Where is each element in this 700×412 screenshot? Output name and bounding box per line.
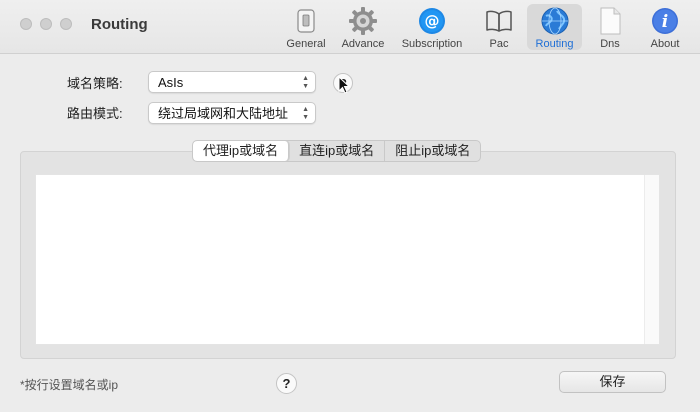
rules-editor[interactable]	[35, 174, 660, 345]
save-button[interactable]: 保存	[559, 371, 666, 393]
svg-text:@: @	[425, 12, 440, 30]
switch-icon	[291, 6, 321, 36]
book-icon	[484, 6, 514, 36]
info-icon: i	[650, 6, 680, 36]
toolbar-item-pac[interactable]: Pac	[479, 4, 519, 50]
toolbar-label-pac: Pac	[489, 38, 509, 50]
domain-strategy-value: AsIs	[158, 75, 184, 90]
minimize-window-button[interactable]	[40, 18, 52, 30]
close-window-button[interactable]	[20, 18, 32, 30]
svg-text:i: i	[662, 12, 668, 32]
window-toolbar: Routing General Advance @ Subscription P…	[0, 0, 700, 54]
tab-direct-rules[interactable]: 直连ip或域名	[289, 141, 386, 161]
toolbar-item-about[interactable]: i About	[643, 4, 687, 50]
tab-block-rules[interactable]: 阻止ip或域名	[385, 141, 480, 161]
toolbar-label-about: About	[650, 38, 680, 50]
toolbar-label-dns: Dns	[600, 38, 620, 50]
rules-editor-scrollbar[interactable]	[644, 175, 659, 344]
routing-window: Routing General Advance @ Subscription P…	[0, 0, 700, 412]
toolbar-item-general[interactable]: General	[281, 4, 331, 50]
help-button[interactable]: ?	[276, 373, 297, 394]
zoom-window-button[interactable]	[60, 18, 72, 30]
routing-mode-value: 绕过局域网和大陆地址	[158, 106, 289, 121]
toolbar-item-dns[interactable]: Dns	[591, 4, 629, 50]
toolbar-item-subscription[interactable]: @ Subscription	[395, 4, 469, 50]
toolbar-item-routing[interactable]: Routing	[527, 4, 582, 50]
toolbar-label-routing: Routing	[535, 38, 574, 50]
at-icon: @	[417, 6, 447, 36]
toolbar-label-subscription: Subscription	[401, 38, 463, 50]
tab-proxy-rules[interactable]: 代理ip或域名	[193, 141, 290, 161]
domain-strategy-label: 域名策略:	[67, 76, 123, 91]
help-glyph: ?	[282, 376, 291, 391]
document-icon	[595, 6, 625, 36]
domain-strategy-select[interactable]: AsIs ▲ ▼	[148, 71, 316, 93]
gear-icon	[348, 6, 378, 36]
toolbar-item-advance[interactable]: Advance	[337, 4, 389, 50]
toolbar-label-general: General	[286, 38, 326, 50]
rules-hint-text: *按行设置域名或ip	[20, 378, 119, 392]
chevron-updown-icon: ▲ ▼	[302, 106, 309, 121]
chevron-updown-icon: ▲ ▼	[302, 75, 309, 90]
globe-icon	[540, 6, 570, 36]
routing-mode-label: 路由模式:	[67, 106, 123, 121]
routing-mode-select[interactable]: 绕过局域网和大陆地址 ▲ ▼	[148, 102, 316, 124]
toolbar-label-advance: Advance	[341, 38, 385, 50]
mouse-cursor-icon	[338, 76, 350, 94]
window-title: Routing	[91, 16, 148, 33]
rules-tab-bar: 代理ip或域名 直连ip或域名 阻止ip或域名	[192, 140, 482, 162]
